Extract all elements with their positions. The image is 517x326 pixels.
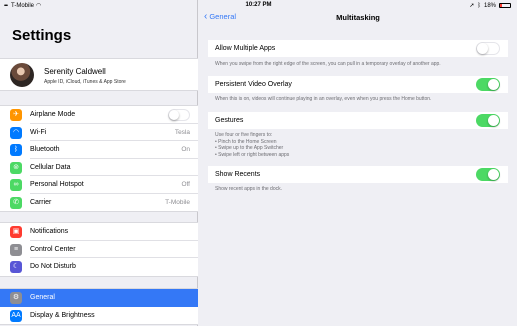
battery-percent: 18% xyxy=(483,2,496,9)
detail-pane: ‹ General Multitasking Allow Multiple Ap… xyxy=(199,0,517,326)
cell-label: Allow Multiple Apps xyxy=(215,45,276,52)
sidebar-item-label: Bluetooth xyxy=(30,146,60,154)
cell-label: Persistent Video Overlay xyxy=(215,81,292,88)
page-title: Multitasking xyxy=(336,13,380,22)
airplane-mode-toggle[interactable] xyxy=(168,109,190,121)
sidebar-item-wifi[interactable]: ◠ Wi-Fi Tesla xyxy=(0,124,198,141)
phone-icon: ✆ xyxy=(10,196,22,209)
toggle-knob xyxy=(488,169,499,180)
sidebar-group-connectivity: ✈ Airplane Mode ◠ Wi-Fi Tesla ᛒ Bluetoot… xyxy=(0,105,198,212)
profile-subtitle: Apple ID, iCloud, iTunes & App Store xyxy=(44,79,126,85)
sidebar-item-personal-hotspot[interactable]: ∞ Personal Hotspot Off xyxy=(0,176,198,194)
sidebar-item-label: Notifications xyxy=(30,228,69,236)
toggle-knob xyxy=(477,43,488,54)
sidebar-item-carrier[interactable]: ✆ Carrier T-Mobile xyxy=(0,194,198,212)
sidebar-item-control-center[interactable]: ≡ Control Center xyxy=(0,241,198,258)
show-recents-footer: Show recent apps in the dock. xyxy=(215,186,282,192)
cellular-icon: ⊚ xyxy=(10,161,22,174)
sidebar-item-label: Carrier xyxy=(30,198,52,206)
toggle-knob xyxy=(488,115,499,126)
sidebar-item-label: Airplane Mode xyxy=(30,111,76,119)
allow-multiple-apps-footer: When you swipe from the right edge of th… xyxy=(215,61,441,67)
toggle-knob xyxy=(488,79,499,90)
navigation-bar: ‹ General Multitasking xyxy=(199,10,517,26)
gestures-footer-line: • Swipe left or right between apps xyxy=(215,151,290,158)
sidebar-item-label: Personal Hotspot xyxy=(30,181,84,189)
avatar xyxy=(10,63,34,87)
sidebar-item-notifications[interactable]: ▣ Notifications xyxy=(0,223,198,241)
airplane-icon: ✈ xyxy=(10,109,22,121)
sidebar-group-notifications: ▣ Notifications ≡ Control Center ☾ Do No… xyxy=(0,222,198,277)
ipad-screen: Settings Serenity Caldwell Apple ID, iCl… xyxy=(0,0,517,326)
profile-cell[interactable]: Serenity Caldwell Apple ID, iCloud, iTun… xyxy=(0,58,198,91)
persistent-video-overlay-cell: Persistent Video Overlay xyxy=(208,76,508,93)
show-recents-cell: Show Recents xyxy=(208,166,508,183)
display-icon: AA xyxy=(10,309,22,322)
sidebar-item-label: Wi-Fi xyxy=(30,128,47,136)
gestures-cell: Gestures xyxy=(208,112,508,129)
settings-sidebar: Settings Serenity Caldwell Apple ID, iCl… xyxy=(0,0,198,326)
hotspot-icon: ∞ xyxy=(10,179,22,191)
profile-name: Serenity Caldwell xyxy=(44,67,106,76)
bluetooth-status-icon: ᛒ xyxy=(477,2,481,9)
control-center-icon: ≡ xyxy=(10,243,22,256)
persistent-video-overlay-toggle[interactable] xyxy=(476,78,500,91)
cell-label: Show Recents xyxy=(215,171,261,178)
gear-icon: ⚙ xyxy=(10,292,22,304)
allow-multiple-apps-toggle[interactable] xyxy=(476,42,500,55)
sidebar-item-label: General xyxy=(30,294,55,302)
sidebar-item-bluetooth[interactable]: ᛒ Bluetooth On xyxy=(0,141,198,159)
gestures-toggle[interactable] xyxy=(476,114,500,127)
moon-icon: ☾ xyxy=(10,261,22,273)
persistent-video-footer: When this is on, videos will continue pl… xyxy=(215,96,432,102)
sidebar-item-airplane-mode[interactable]: ✈ Airplane Mode xyxy=(0,106,198,124)
sidebar-title: Settings xyxy=(12,27,72,44)
sidebar-group-general: ⚙ General AA Display & Brightness xyxy=(0,288,198,325)
bluetooth-value: On xyxy=(181,146,190,154)
show-recents-toggle[interactable] xyxy=(476,168,500,181)
hotspot-value: Off xyxy=(181,181,190,189)
status-bar: •••• T-Mobile ◠ 10:27 PM ➚ ᛒ 18% xyxy=(0,0,517,12)
sidebar-item-general[interactable]: ⚙ General xyxy=(0,289,198,307)
bluetooth-icon: ᛒ xyxy=(10,144,22,156)
status-time: 10:27 PM xyxy=(245,2,272,8)
wifi-icon: ◠ xyxy=(10,126,22,139)
sidebar-item-label: Display & Brightness xyxy=(30,311,95,319)
sidebar-item-label: Control Center xyxy=(30,245,76,253)
battery-icon xyxy=(499,3,511,8)
wifi-value: Tesla xyxy=(174,128,190,136)
location-icon: ➚ xyxy=(469,3,475,9)
sidebar-item-label: Cellular Data xyxy=(30,163,71,171)
allow-multiple-apps-cell: Allow Multiple Apps xyxy=(208,40,508,57)
toggle-knob xyxy=(169,110,179,120)
sidebar-item-label: Do Not Disturb xyxy=(30,263,76,271)
carrier-value: T-Mobile xyxy=(165,198,190,206)
sidebar-item-display-brightness[interactable]: AA Display & Brightness xyxy=(0,307,198,325)
sidebar-item-cellular-data[interactable]: ⊚ Cellular Data xyxy=(0,159,198,176)
notifications-icon: ▣ xyxy=(10,226,22,238)
cell-label: Gestures xyxy=(215,117,244,124)
sidebar-item-do-not-disturb[interactable]: ☾ Do Not Disturb xyxy=(0,258,198,276)
gestures-footer: Use four or five fingers to: • Pinch to … xyxy=(215,132,505,158)
